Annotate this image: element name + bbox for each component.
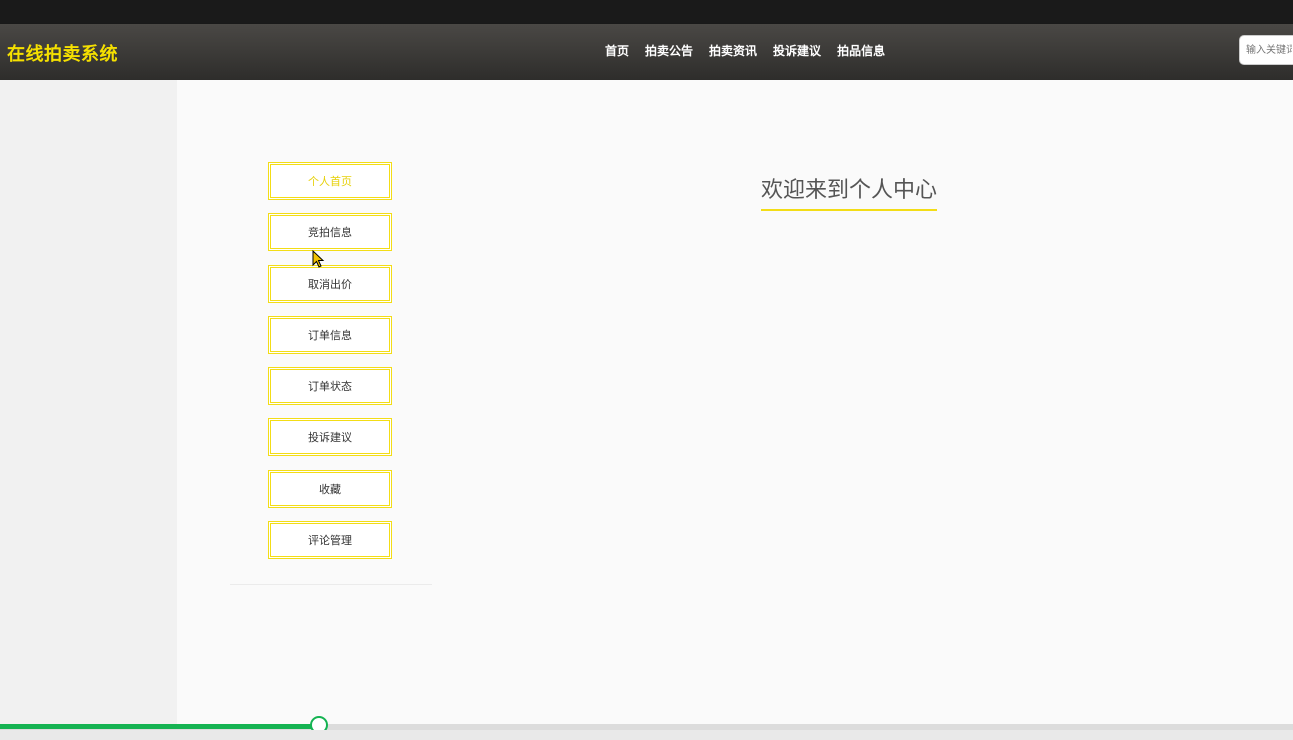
search-input[interactable]	[1239, 35, 1293, 65]
nav-auction-announcements[interactable]: 拍卖公告	[637, 42, 701, 59]
menu-item-order-info[interactable]: 订单信息	[268, 315, 392, 354]
nav-auction-news[interactable]: 拍卖资讯	[701, 42, 765, 59]
nav-complaints[interactable]: 投诉建议	[765, 42, 829, 59]
menu-item-personal-home[interactable]: 个人首页	[268, 162, 392, 200]
left-gutter	[0, 80, 177, 730]
site-logo[interactable]: 在线拍卖系统	[7, 40, 118, 66]
menu-item-complaints[interactable]: 投诉建议	[268, 418, 392, 457]
menu-item-cancel-bid[interactable]: 取消出价	[268, 264, 392, 303]
menu-item-comment-management[interactable]: 评论管理	[268, 521, 392, 560]
mouse-cursor-icon	[312, 250, 325, 268]
menu-item-favorites[interactable]: 收藏	[268, 469, 392, 508]
welcome-title: 欢迎来到个人中心	[761, 172, 938, 211]
bottom-strip	[0, 730, 1293, 740]
window-top-bar	[0, 0, 1293, 24]
user-center-menu: 个人首页 竞拍信息 取消出价 订单信息 订单状态 投诉建议 收藏 评论管理	[268, 162, 394, 572]
menu-item-bidding-info[interactable]: 竞拍信息	[268, 213, 392, 252]
nav-links: 首页 拍卖公告 拍卖资讯 投诉建议 拍品信息	[597, 42, 893, 59]
nav-home[interactable]: 首页	[597, 42, 637, 59]
video-progress-fill	[0, 724, 321, 729]
navbar: 在线拍卖系统 首页 拍卖公告 拍卖资讯 投诉建议 拍品信息	[0, 24, 1293, 80]
nav-lot-info[interactable]: 拍品信息	[829, 42, 893, 59]
menu-divider	[230, 584, 432, 585]
menu-item-order-status[interactable]: 订单状态	[268, 367, 392, 406]
